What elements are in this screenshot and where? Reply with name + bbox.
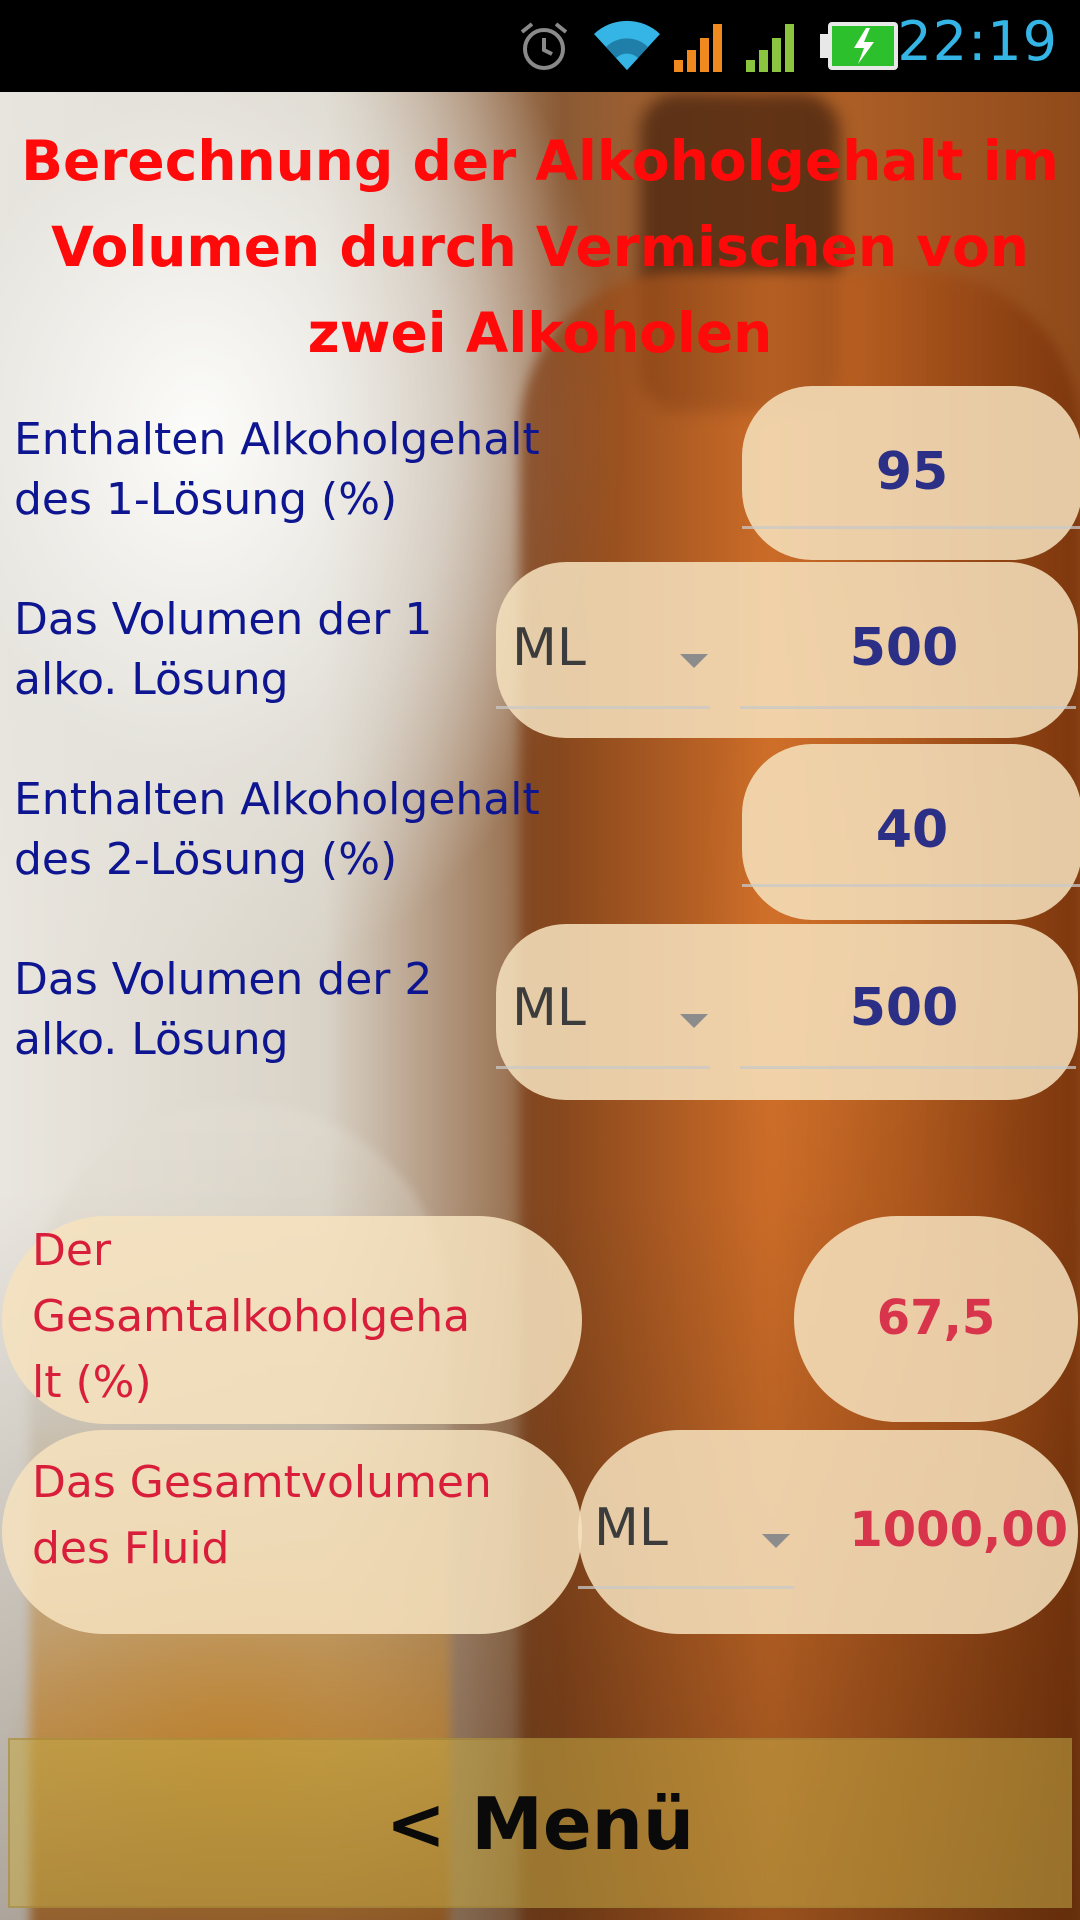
volume1-label: Das Volumen der 1 alko. Lösung — [14, 590, 432, 710]
volume2-unit: ML — [512, 978, 586, 1038]
volume1-unit: ML — [512, 618, 586, 678]
alcohol1-value: 95 — [875, 442, 949, 502]
total-volume-group: ML 1000,00 — [578, 1430, 1078, 1634]
total-alcohol-label-pill: Der Gesamtalkoholgeha lt (%) — [2, 1216, 582, 1424]
total-volume-label-pill: Das Gesamtvolumen des Fluid — [2, 1430, 582, 1634]
label-line: alko. Lösung — [14, 654, 289, 705]
input-underline — [740, 1066, 1076, 1069]
volume2-group: ML 500 — [496, 924, 1078, 1100]
chevron-down-icon — [680, 1014, 708, 1028]
page-title: Berechnung der Alkoholgehalt im Volumen … — [20, 118, 1060, 376]
signal-orange-icon — [674, 24, 722, 72]
dropdown-underline — [496, 1066, 710, 1069]
signal-green-icon — [746, 24, 794, 72]
total-alcohol-label: Der Gesamtalkoholgeha lt (%) — [32, 1218, 470, 1416]
input-underline — [742, 884, 1080, 887]
label-line: Das Volumen der 2 — [14, 954, 433, 1005]
label-line: Das Gesamtvolumen — [32, 1457, 492, 1508]
dropdown-underline — [496, 706, 710, 709]
dropdown-underline — [578, 1586, 794, 1589]
wifi-icon — [594, 20, 660, 70]
volume2-label: Das Volumen der 2 alko. Lösung — [14, 950, 432, 1070]
total-alcohol-result: 67,5 — [794, 1216, 1078, 1422]
title-line: Volumen durch Vermischen von — [51, 215, 1029, 279]
label-line: des 2-Lösung (%) — [14, 834, 398, 885]
chevron-down-icon — [680, 654, 708, 668]
menu-button-label: < Menü — [385, 1782, 695, 1866]
label-line: Der — [32, 1225, 112, 1276]
label-line: alko. Lösung — [14, 1014, 289, 1065]
input-underline — [740, 706, 1076, 709]
alcohol2-value: 40 — [875, 800, 949, 860]
status-clock: 22:19 — [897, 10, 1058, 73]
alcohol1-input[interactable]: 95 — [742, 386, 1080, 560]
total-alcohol-value: 67,5 — [876, 1290, 996, 1346]
alcohol1-label: Enthalten Alkoholgehalt des 1-Lösung (%) — [14, 410, 540, 530]
chevron-down-icon — [762, 1534, 790, 1548]
status-bar: 22:19 — [0, 0, 1080, 92]
total-volume-unit: ML — [594, 1498, 668, 1558]
label-line: des 1-Lösung (%) — [14, 474, 398, 525]
label-line: Enthalten Alkoholgehalt — [14, 774, 540, 825]
alcohol2-input[interactable]: 40 — [742, 744, 1080, 920]
alarm-icon — [520, 22, 568, 70]
battery-charging-icon — [820, 22, 898, 70]
volume2-value: 500 — [849, 978, 959, 1038]
title-line: zwei Alkoholen — [307, 301, 773, 365]
title-line: Berechnung der Alkoholgehalt im — [21, 129, 1059, 193]
volume1-group: ML 500 — [496, 562, 1078, 738]
input-underline — [742, 526, 1080, 529]
alcohol2-label: Enthalten Alkoholgehalt des 2-Lösung (%) — [14, 770, 540, 890]
label-line: lt (%) — [32, 1357, 152, 1408]
total-volume-label: Das Gesamtvolumen des Fluid — [32, 1450, 492, 1582]
volume1-value: 500 — [849, 618, 959, 678]
total-volume-value: 1000,00 — [849, 1502, 1068, 1558]
label-line: Gesamtalkoholgeha — [32, 1291, 471, 1342]
label-line: Das Volumen der 1 — [14, 594, 433, 645]
label-line: des Fluid — [32, 1523, 230, 1574]
label-line: Enthalten Alkoholgehalt — [14, 414, 540, 465]
menu-button[interactable]: < Menü — [8, 1738, 1072, 1908]
